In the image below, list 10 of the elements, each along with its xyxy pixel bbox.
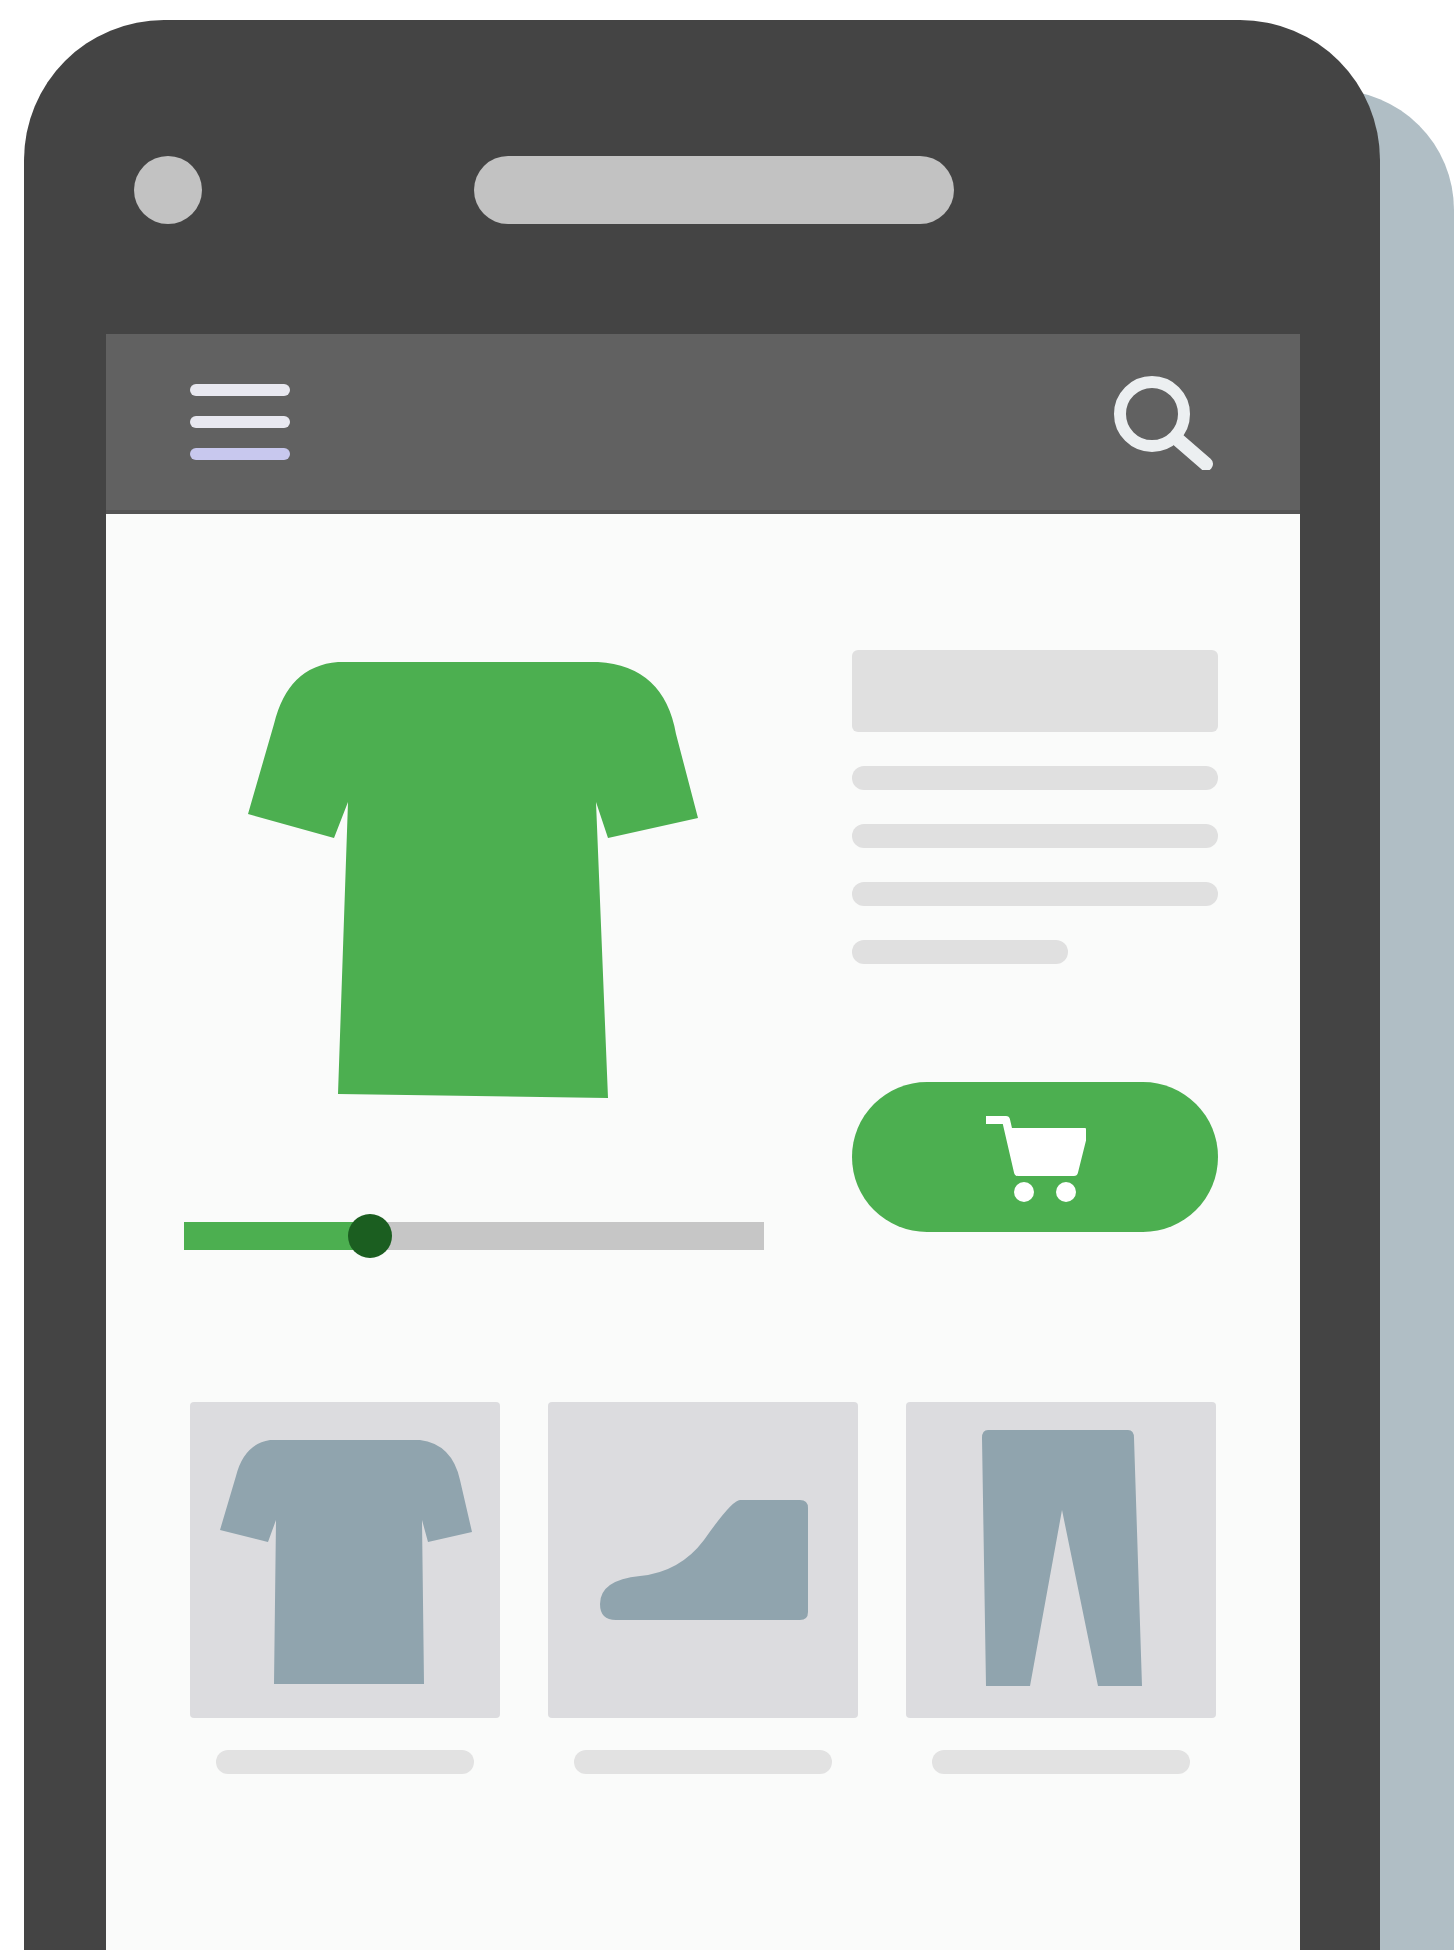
product-tile[interactable] (548, 1402, 858, 1718)
pants-icon (981, 1430, 1141, 1690)
shoe-icon (599, 1500, 807, 1620)
camera-dot (134, 156, 202, 224)
product-tile[interactable] (906, 1402, 1216, 1718)
cart-icon (985, 1111, 1085, 1203)
product-tile[interactable] (190, 1402, 500, 1718)
menu-icon[interactable] (190, 384, 290, 460)
t-shirt-icon (219, 1436, 471, 1684)
search-icon[interactable] (1112, 374, 1216, 470)
